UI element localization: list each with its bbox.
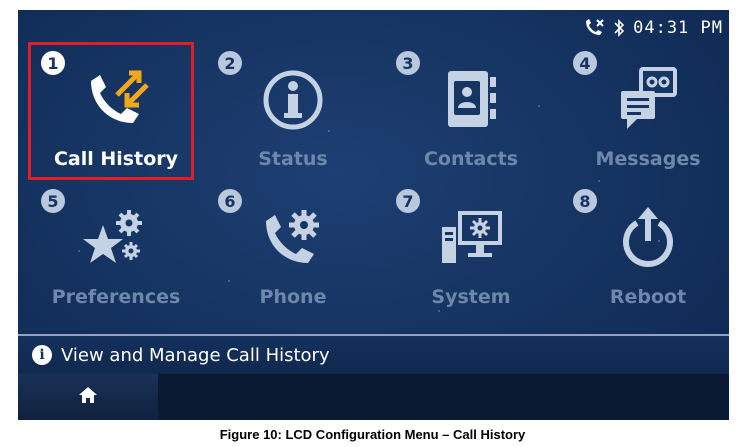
home-icon (78, 386, 98, 408)
info-text: View and Manage Call History (61, 344, 330, 366)
menu-tile-call-history[interactable]: 1 Call History (31, 44, 201, 184)
home-button[interactable] (18, 374, 158, 420)
menu-tile-messages[interactable]: 4 Messages (563, 44, 729, 184)
tile-number: 5 (41, 189, 65, 213)
info-bar: i View and Manage Call History (18, 336, 729, 374)
reboot-icon (608, 196, 688, 276)
tile-number: 4 (573, 51, 597, 75)
tile-number: 6 (218, 189, 242, 213)
tile-number: 2 (218, 51, 242, 75)
menu-tile-system[interactable]: 7 System (386, 182, 556, 322)
tile-label: Preferences (51, 286, 181, 308)
system-icon (431, 196, 511, 276)
messages-icon (608, 58, 688, 138)
preferences-icon (76, 196, 156, 276)
menu-tile-contacts[interactable]: 3 Contacts (386, 44, 556, 184)
call-history-icon (76, 58, 156, 138)
info-icon: i (32, 345, 52, 365)
tile-label: Phone (259, 286, 327, 308)
softkey-bar (18, 374, 729, 420)
bluetooth-icon (613, 18, 625, 38)
menu-tile-phone[interactable]: 6 Phone (208, 182, 378, 322)
tile-label: Status (258, 148, 328, 170)
lcd-screen: 04:31 PM 1 Call History 2 Status 3 Conta… (18, 10, 729, 420)
menu-tile-status[interactable]: 2 Status (208, 44, 378, 184)
tile-number: 1 (41, 51, 65, 75)
tile-number: 8 (573, 189, 597, 213)
contacts-icon (431, 58, 511, 138)
menu-tile-preferences[interactable]: 5 Preferences (31, 182, 201, 322)
tile-label: Reboot (609, 286, 687, 308)
status-clock: 04:31 PM (633, 17, 723, 38)
figure-caption: Figure 10: LCD Configuration Menu – Call… (219, 427, 526, 442)
status-info-icon (253, 58, 333, 138)
tile-number: 7 (396, 189, 420, 213)
status-bar: 04:31 PM (18, 10, 729, 45)
missed-call-icon (583, 18, 605, 38)
phone-settings-icon (253, 196, 333, 276)
menu-tile-reboot[interactable]: 8 Reboot (563, 182, 729, 322)
tile-label: Contacts (423, 148, 519, 170)
tile-label: Call History (53, 148, 179, 170)
tile-label: System (431, 286, 511, 308)
tile-label: Messages (595, 148, 701, 170)
tile-number: 3 (396, 51, 420, 75)
